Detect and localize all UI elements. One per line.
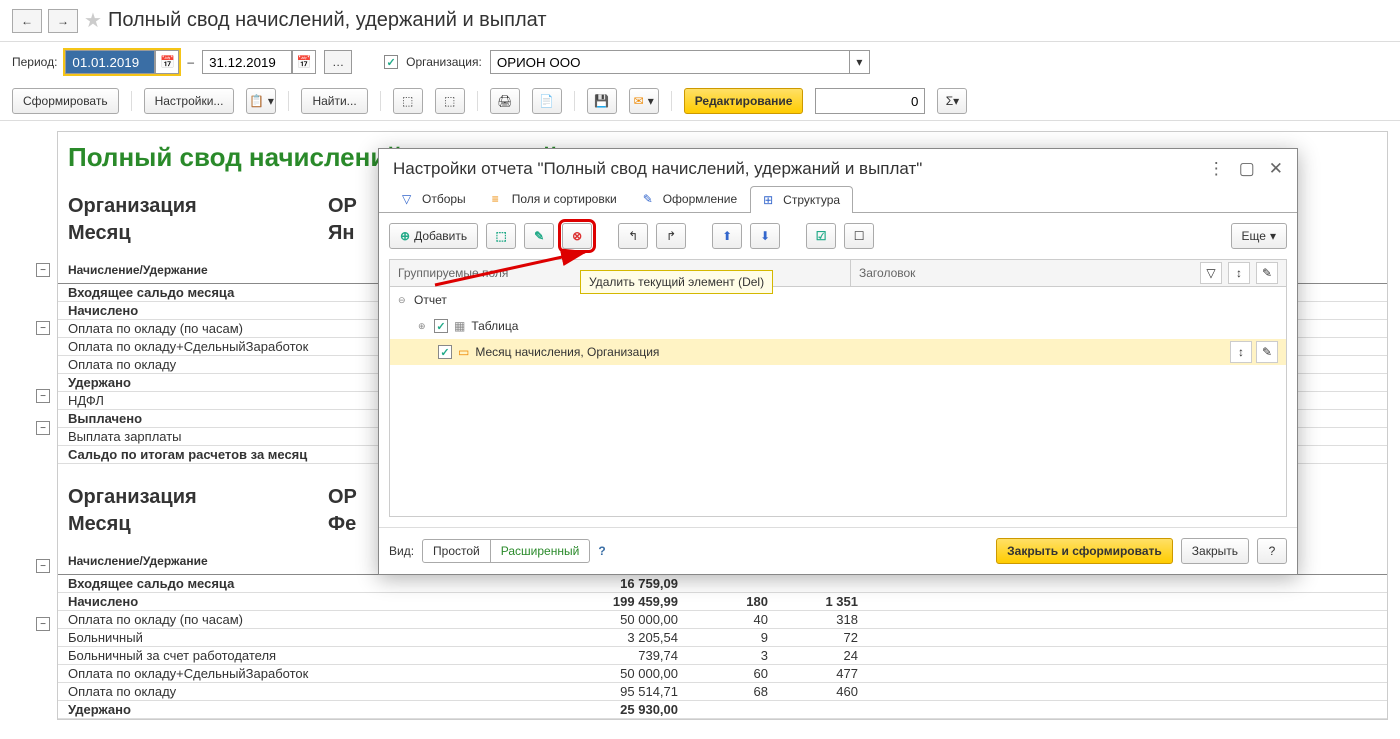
group-button[interactable]: ⬚ (486, 223, 516, 249)
row-checkbox[interactable] (434, 319, 448, 333)
sum-button[interactable]: Σ▾ (937, 88, 967, 114)
view-label: Вид: (389, 544, 414, 558)
tree-row-fields[interactable]: ▭ Месяц начисления, Организация ↕ ✎ (390, 339, 1286, 365)
brush-icon[interactable]: ✎ (1256, 341, 1278, 363)
month-label: Месяц (68, 222, 328, 245)
org-label: Организация (68, 195, 328, 218)
add-button[interactable]: ⊕Добавить (389, 223, 478, 249)
date-from-input[interactable] (65, 50, 155, 74)
tab-structure[interactable]: ⊞Структура (750, 186, 853, 213)
move-right-button[interactable]: ↱ (656, 223, 686, 249)
outline-tree: − − − − − − (12, 131, 57, 720)
tree-row-report[interactable]: ⊖ Отчет (390, 287, 1286, 313)
filter-icon[interactable]: ▽ (1200, 262, 1222, 284)
print-button[interactable]: 🖨 (490, 88, 520, 114)
settings-dialog: Настройки отчета "Полный свод начислений… (378, 148, 1298, 575)
save-button[interactable]: 💾 (587, 88, 617, 114)
date-dash: – (187, 55, 194, 69)
number-input[interactable] (815, 88, 925, 114)
sort-icon[interactable]: ↕ (1228, 262, 1250, 284)
tree-toggle[interactable]: − (36, 617, 50, 631)
org-input[interactable] (490, 50, 850, 74)
mode-advanced[interactable]: Расширенный (491, 540, 590, 562)
structure-tree[interactable]: ⊖ Отчет ⊕ ▦ Таблица ▭ Месяц начисления, … (389, 287, 1287, 517)
more-button[interactable]: Еще ▾ (1231, 223, 1287, 249)
tab-format[interactable]: ✎Оформление (630, 185, 750, 212)
dialog-title: Настройки отчета "Полный свод начислений… (393, 159, 922, 179)
table-row: Оплата по окладу95 514,7168460 (58, 683, 1387, 701)
page-title: Полный свод начислений, удержаний и выпл… (108, 9, 547, 32)
help-button[interactable]: ? (598, 544, 605, 558)
close-generate-button[interactable]: Закрыть и сформировать (996, 538, 1173, 564)
check-all-button[interactable]: ☑ (806, 223, 836, 249)
delete-tooltip: Удалить текущий элемент (Del) (580, 270, 773, 294)
preview-button[interactable]: 📄 (532, 88, 562, 114)
org-dropdown-button[interactable]: ▾ (850, 50, 870, 74)
delete-button[interactable]: ⊗ (562, 223, 592, 249)
table-row: Начислено199 459,991801 351 (58, 593, 1387, 611)
tab-fields[interactable]: ≡Поля и сортировки (479, 185, 630, 212)
settings-button[interactable]: Настройки... (144, 88, 235, 114)
move-left-button[interactable]: ↰ (618, 223, 648, 249)
back-button[interactable]: ← (12, 9, 42, 33)
more-icon[interactable]: ⋮ (1208, 159, 1225, 179)
brush-icon[interactable]: ✎ (1256, 262, 1278, 284)
expand-button[interactable]: ⬚ (393, 88, 423, 114)
table-row: Удержано25 930,00 (58, 701, 1387, 719)
calendar-from-button[interactable]: 📅 (155, 50, 179, 74)
row-checkbox[interactable] (438, 345, 452, 359)
find-button[interactable]: Найти... (301, 88, 367, 114)
tree-toggle[interactable]: − (36, 389, 50, 403)
date-to-input[interactable] (202, 50, 292, 74)
tree-toggle[interactable]: − (36, 321, 50, 335)
mode-simple[interactable]: Простой (423, 540, 491, 562)
table-row: Оплата по окладу+СдельныйЗаработок50 000… (58, 665, 1387, 683)
table-row: Больничный3 205,54972 (58, 629, 1387, 647)
period-dots-button[interactable]: … (324, 50, 352, 74)
org-checkbox[interactable] (384, 55, 398, 69)
table-row: Больничный за счет работодателя739,74324 (58, 647, 1387, 665)
uncheck-all-button[interactable]: ☐ (844, 223, 874, 249)
edit-mode-button[interactable]: Редактирование (684, 88, 804, 114)
forward-button[interactable]: → (48, 9, 78, 33)
close-icon[interactable]: ✕ (1269, 159, 1283, 179)
tree-toggle[interactable]: − (36, 559, 50, 573)
move-down-button[interactable]: ⬇ (750, 223, 780, 249)
table-row: Входящее сальдо месяца16 759,09 (58, 575, 1387, 593)
move-up-button[interactable]: ⬆ (712, 223, 742, 249)
org-label: Организация: (406, 55, 482, 69)
period-label: Период: (12, 55, 57, 69)
tab-filters[interactable]: ▽Отборы (389, 185, 479, 212)
grid-header-title: Заголовок (850, 260, 1200, 286)
close-button[interactable]: Закрыть (1181, 538, 1249, 564)
tree-toggle[interactable]: − (36, 263, 50, 277)
copy-button[interactable]: 📋▾ (246, 88, 276, 114)
tree-row-table[interactable]: ⊕ ▦ Таблица (390, 313, 1286, 339)
sort-icon[interactable]: ↕ (1230, 341, 1252, 363)
tree-toggle[interactable]: − (36, 421, 50, 435)
edit-button[interactable]: ✎ (524, 223, 554, 249)
help-button-2[interactable]: ? (1257, 538, 1287, 564)
collapse-button[interactable]: ⬚ (435, 88, 465, 114)
table-row: Оплата по окладу (по часам)50 000,004031… (58, 611, 1387, 629)
calendar-to-button[interactable]: 📅 (292, 50, 316, 74)
send-button[interactable]: ✉▾ (629, 88, 659, 114)
maximize-icon[interactable]: ▢ (1239, 159, 1255, 179)
favorite-star-icon[interactable]: ★ (84, 8, 102, 33)
generate-button[interactable]: Сформировать (12, 88, 119, 114)
